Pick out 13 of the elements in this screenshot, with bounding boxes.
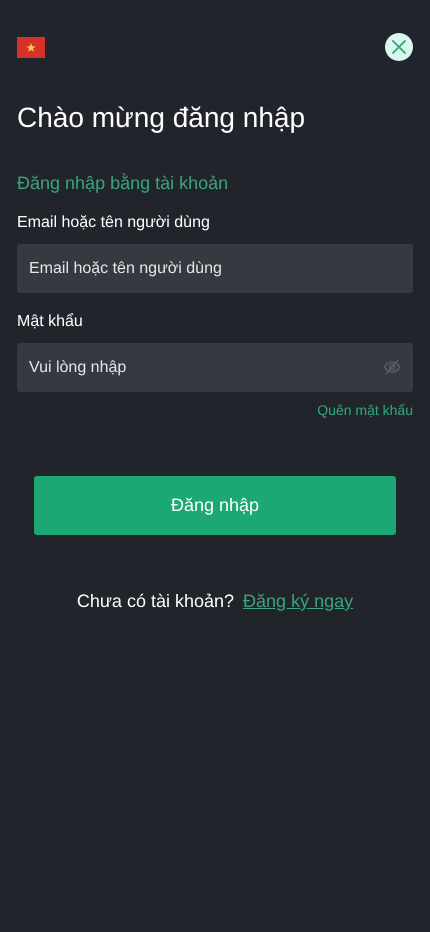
forgot-password-link[interactable]: Quên mật khẩu — [317, 402, 413, 418]
login-button[interactable]: Đăng nhập — [34, 476, 396, 535]
page-title: Chào mừng đăng nhập — [17, 101, 306, 135]
flag-icon[interactable] — [17, 36, 45, 58]
input-field[interactable]: Email hoặc tên người dùng — [17, 244, 413, 293]
close-icon — [392, 40, 406, 54]
no-account-text: Chưa có tài khoản? — [76, 591, 234, 612]
field-label: Mật khẩu — [17, 313, 83, 331]
close-button[interactable] — [385, 33, 413, 61]
field-label: Email hoặc tên người dùng — [17, 214, 210, 232]
register-link[interactable]: Đăng ký ngay — [243, 591, 354, 612]
login-method-tab[interactable]: Đăng nhập bằng tài khoản — [17, 173, 228, 194]
input-field[interactable]: Vui lòng nhập — [17, 343, 413, 392]
